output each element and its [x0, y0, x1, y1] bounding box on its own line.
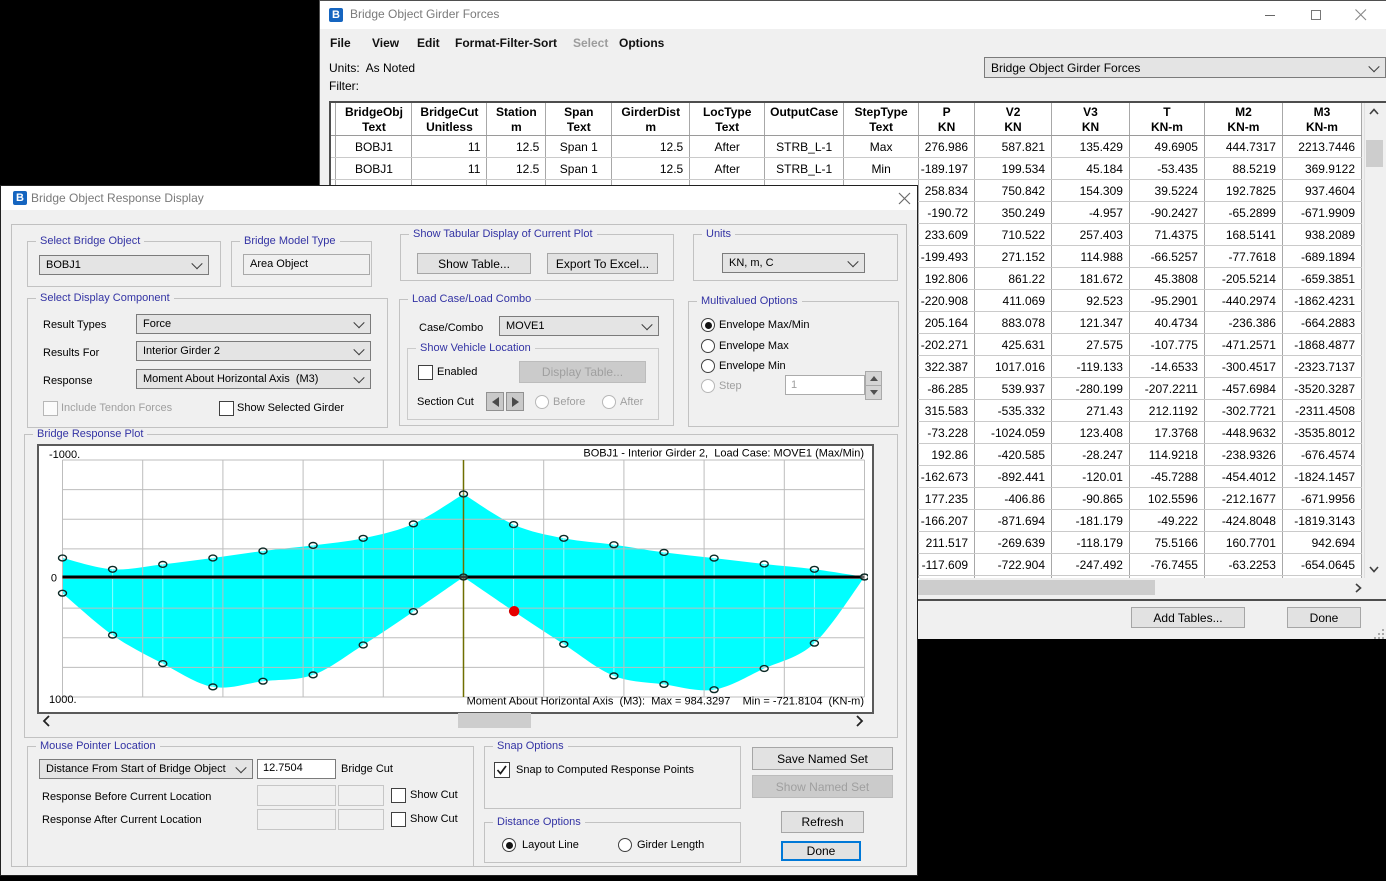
svg-text:Moment About Horizontal Axis: Moment About Horizontal Axis (M3): Max =…: [467, 696, 864, 708]
svg-text:BOBJ1 - Interior Girder 2, Lo: BOBJ1 - Interior Girder 2, Load Case: MO…: [583, 448, 864, 460]
svg-text:0: 0: [51, 573, 57, 585]
svg-text:1000.: 1000.: [49, 694, 77, 706]
svg-text:-1000.: -1000.: [49, 449, 80, 461]
